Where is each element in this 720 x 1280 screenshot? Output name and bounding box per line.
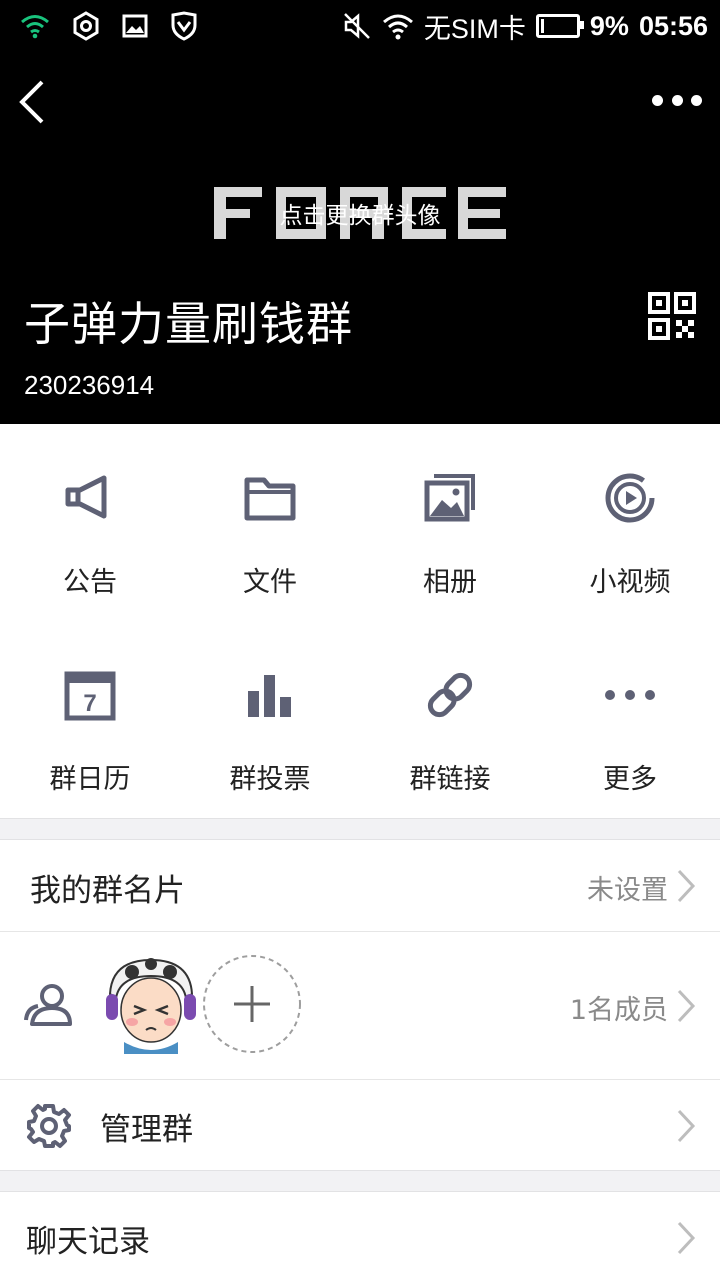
back-icon[interactable] xyxy=(14,78,54,126)
clock: 05:56 xyxy=(638,10,708,41)
chevron-right-icon xyxy=(677,989,696,1023)
section-divider xyxy=(0,1170,720,1192)
feature-more[interactable]: 更多 xyxy=(540,621,720,818)
battery-fill xyxy=(540,19,545,33)
feature-label: 文件 xyxy=(243,567,297,598)
qr-code-icon[interactable] xyxy=(648,292,696,340)
feature-files[interactable]: 文件 xyxy=(180,424,360,621)
add-member-button[interactable] xyxy=(202,954,302,1054)
more-icon xyxy=(605,690,655,700)
member-count: 1名成员 xyxy=(569,995,668,1026)
chevron-right-icon xyxy=(677,1221,696,1255)
feature-label: 群日历 xyxy=(49,764,131,795)
row-value: 未设置 xyxy=(587,875,668,906)
feature-calendar[interactable]: 7 群日历 xyxy=(0,621,180,818)
feature-label: 群投票 xyxy=(229,764,311,795)
row-title: 我的群名片 xyxy=(30,873,185,909)
wifi-signal-icon xyxy=(21,15,49,39)
chevron-right-icon xyxy=(677,869,696,903)
feature-grid: 公告 文件 相册 小视频 7 群日历 群投票 群链接 更多 xyxy=(0,424,720,818)
feature-vote[interactable]: 群投票 xyxy=(180,621,360,818)
feature-link[interactable]: 群链接 xyxy=(360,621,540,818)
chevron-right-icon xyxy=(677,1109,696,1143)
feature-label: 群链接 xyxy=(409,764,491,795)
calendar-icon: 7 xyxy=(64,671,116,721)
row-title: 聊天记录 xyxy=(26,1224,150,1260)
group-header: 无SIM卡 9% 05:56 点击更换群头像 子弹力量刷钱群 230236914 xyxy=(0,0,720,424)
carrier-text: 无SIM卡 xyxy=(423,13,526,44)
shield-icon xyxy=(171,11,197,41)
feature-label: 相册 xyxy=(423,567,477,598)
manage-group-row[interactable]: 管理群 xyxy=(0,1080,720,1170)
member-avatar[interactable] xyxy=(102,954,200,1056)
calendar-day: 7 xyxy=(83,690,96,717)
mute-icon xyxy=(344,13,370,39)
battery-icon xyxy=(535,14,584,38)
album-icon xyxy=(424,474,475,522)
gear-icon xyxy=(27,1104,71,1148)
group-name: 子弹力量刷钱群 xyxy=(24,297,353,351)
chat-history-row[interactable]: 聊天记录 xyxy=(0,1192,720,1280)
wifi-icon xyxy=(382,14,413,40)
section-divider xyxy=(0,818,720,840)
video-icon xyxy=(605,473,655,523)
announcement-icon xyxy=(65,475,107,519)
status-bar: 无SIM卡 9% 05:56 xyxy=(0,0,720,52)
vote-icon xyxy=(248,675,291,717)
feature-label: 小视频 xyxy=(589,567,671,598)
link-icon xyxy=(427,672,473,718)
members-icon xyxy=(24,984,72,1026)
battery-percent: 9% xyxy=(589,10,629,41)
my-group-card-row[interactable]: 我的群名片 未设置 xyxy=(0,840,720,931)
feature-video[interactable]: 小视频 xyxy=(540,424,720,621)
settings-hex-icon xyxy=(73,11,99,41)
feature-album[interactable]: 相册 xyxy=(360,424,540,621)
folder-icon xyxy=(244,477,296,521)
members-row[interactable]: 1名成员 xyxy=(0,932,720,1079)
gallery-icon xyxy=(122,14,148,38)
group-id: 230236914 xyxy=(24,370,155,400)
row-title: 管理群 xyxy=(100,1112,193,1148)
feature-label: 公告 xyxy=(63,567,117,598)
feature-label: 更多 xyxy=(603,764,657,795)
feature-announcement[interactable]: 公告 xyxy=(0,424,180,621)
more-options-icon[interactable] xyxy=(652,88,702,112)
change-avatar-hint[interactable]: 点击更换群头像 xyxy=(0,196,720,230)
